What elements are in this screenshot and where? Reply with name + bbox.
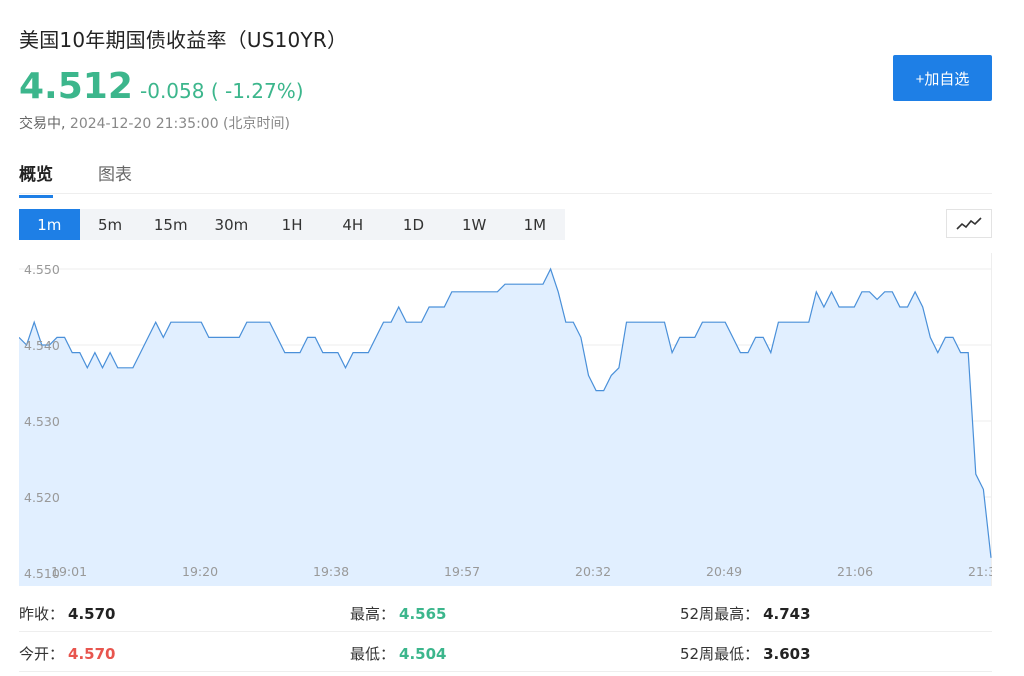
- line-chart-icon: [956, 216, 982, 230]
- stat-value: 4.565: [399, 605, 447, 623]
- x-tick-label: 19:38: [313, 564, 349, 579]
- prev-close-stat: 昨收： 4.570: [19, 603, 115, 624]
- period-30m[interactable]: 30m: [201, 209, 262, 240]
- 52w-high-stat: 52周最高： 4.743: [680, 603, 811, 624]
- stat-value: 4.743: [763, 605, 811, 623]
- x-tick-label: 19:57: [444, 564, 480, 579]
- period-selector: 1m 5m 15m 30m 1H 4H 1D 1W 1M: [19, 209, 566, 240]
- tab-overview[interactable]: 概览: [19, 160, 53, 198]
- y-tick-label: 4.550: [24, 262, 60, 277]
- period-15m[interactable]: 15m: [140, 209, 201, 240]
- stats-row: 昨收： 4.570 最高： 4.565 52周最高： 4.743: [19, 592, 992, 632]
- stat-label: 52周最低：: [680, 645, 760, 663]
- stat-label: 最高：: [350, 605, 396, 623]
- price-area: [19, 269, 991, 586]
- tab-bar: 概览 图表: [19, 158, 992, 198]
- stat-label: 最低：: [350, 645, 396, 663]
- stat-value: 4.504: [399, 645, 447, 663]
- period-1m[interactable]: 1m: [19, 209, 80, 240]
- x-tick-label: 21:06: [837, 564, 873, 579]
- period-1d[interactable]: 1D: [383, 209, 444, 240]
- 52w-low-stat: 52周最低： 3.603: [680, 643, 811, 664]
- open-stat: 今开： 4.570: [19, 643, 115, 664]
- period-5m[interactable]: 5m: [80, 209, 141, 240]
- stat-value: 4.570: [68, 605, 116, 623]
- period-4h[interactable]: 4H: [322, 209, 383, 240]
- stat-label: 今开：: [19, 645, 65, 663]
- x-tick-label: 20:32: [575, 564, 611, 579]
- price-change: -0.058 ( -1.27%): [140, 79, 304, 103]
- x-tick-label: 20:49: [706, 564, 742, 579]
- current-price: 4.512: [19, 66, 133, 107]
- stats-row: 今开： 4.570 最低： 4.504 52周最低： 3.603: [19, 632, 992, 672]
- y-tick-label: 4.540: [24, 338, 60, 353]
- period-1w[interactable]: 1W: [444, 209, 505, 240]
- stat-value: 4.570: [68, 645, 116, 663]
- x-tick-label: 21:3: [968, 564, 992, 579]
- stat-label: 52周最高：: [680, 605, 760, 623]
- add-to-watchlist-button[interactable]: +加自选: [893, 55, 992, 101]
- stat-value: 3.603: [763, 645, 811, 663]
- stats-panel: 昨收： 4.570 最高： 4.565 52周最高： 4.743 今开： 4.570 最…: [19, 592, 992, 672]
- tab-chart[interactable]: 图表: [98, 160, 132, 195]
- status-time: 2024-12-20 21:35:00 (北京时间): [69, 116, 290, 132]
- stat-label: 昨收：: [19, 605, 65, 623]
- y-tick-label: 4.520: [24, 490, 60, 505]
- period-1mo[interactable]: 1M: [505, 209, 566, 240]
- low-stat: 最低： 4.504: [350, 643, 446, 664]
- trading-status: 交易中, 2024-12-20 21:35:00 (北京时间): [19, 113, 290, 133]
- y-tick-label: 4.530: [24, 414, 60, 429]
- x-tick-label: 19:01: [51, 564, 87, 579]
- price-chart[interactable]: 4.5504.5404.5304.5204.510 19:01 19:20 19:3…: [19, 253, 992, 586]
- period-1h[interactable]: 1H: [262, 209, 323, 240]
- high-stat: 最高： 4.565: [350, 603, 446, 624]
- x-tick-label: 19:20: [182, 564, 218, 579]
- chart-type-button[interactable]: [946, 209, 992, 238]
- status-label: 交易中,: [19, 116, 66, 132]
- page-title: 美国10年期国债收益率（US10YR）: [19, 28, 348, 52]
